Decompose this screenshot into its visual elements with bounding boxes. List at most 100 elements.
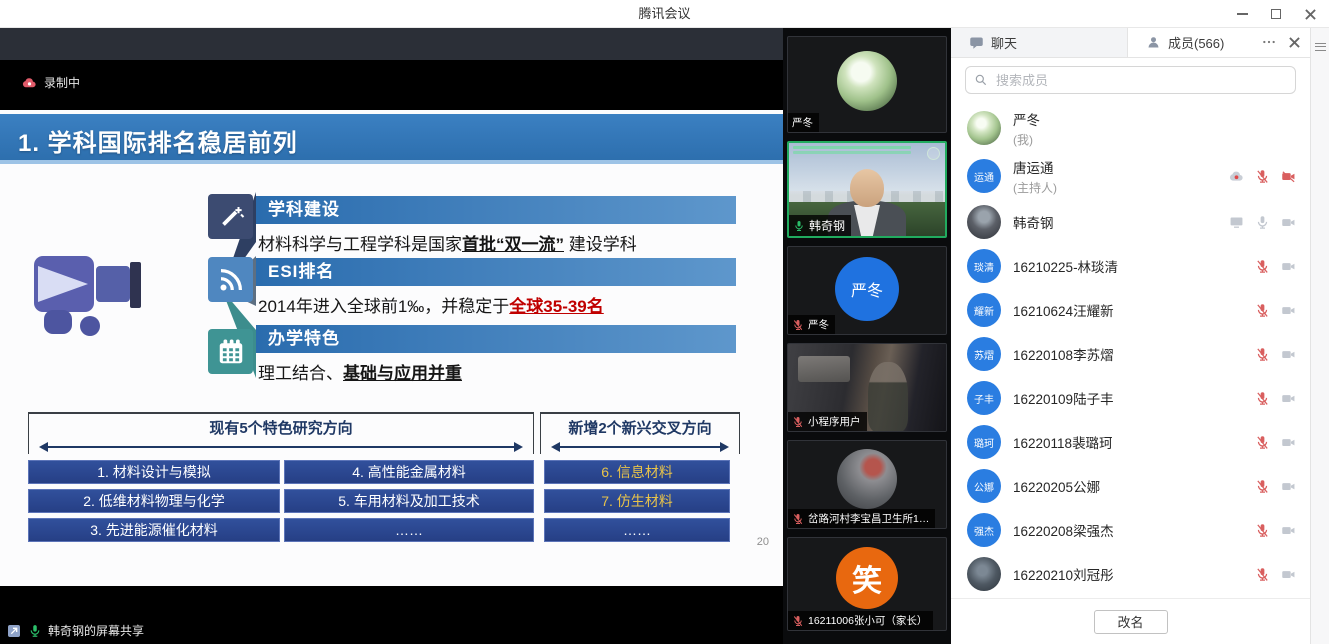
avatar: 琰清 (967, 249, 1001, 283)
avatar: 严冬 (835, 257, 899, 321)
mic-on-icon (793, 220, 805, 232)
window-title: 腾讯会议 (0, 0, 1329, 28)
avatar (967, 557, 1001, 591)
avatar: 笑 (836, 547, 898, 609)
member-row[interactable]: 运通 唐运通 (主持人) (951, 152, 1310, 200)
table-cell: 6. 信息材料 (544, 460, 730, 484)
mic-muted-icon (792, 615, 804, 627)
rename-button[interactable]: 改名 (1094, 610, 1168, 634)
table-cell: 1. 材料设计与模拟 (28, 460, 280, 484)
member-row[interactable]: 16220210刘冠彤 (951, 552, 1310, 596)
member-name: 严冬 (1013, 109, 1296, 129)
camera-off-icon (1281, 347, 1296, 362)
body-em: 首批“双一流” (462, 235, 564, 254)
video-thumbnail-active-speaker[interactable]: 韩奇钢 (787, 141, 947, 238)
share-top-strip (0, 28, 783, 60)
camera-off-icon (1281, 567, 1296, 582)
video-thumbnail[interactable]: 严冬 (787, 36, 947, 133)
mic-muted-icon (1255, 435, 1270, 450)
video-overlay-text (793, 146, 911, 149)
video-thumbnail-column: 严冬 韩奇钢 严冬 严冬 (783, 28, 951, 644)
mic-muted-icon (1255, 303, 1270, 318)
camera-off-icon (1281, 435, 1296, 450)
member-row[interactable]: 子丰 16220109陆子丰 (951, 376, 1310, 420)
double-arrow (41, 446, 521, 448)
body-text: 2014年进入全球前1‰，并稳定于 (258, 297, 509, 316)
video-thumbnail[interactable]: 笑 16211006张小可（家长） (787, 537, 947, 631)
section-header-1: 学科建设 (256, 196, 736, 224)
camera-off-icon (1281, 169, 1296, 184)
avatar: 运通 (967, 159, 1001, 193)
panel-tabs: 聊天 成员(566) (951, 28, 1310, 58)
member-row[interactable]: 璐珂 16220118裴璐珂 (951, 420, 1310, 464)
more-options-icon[interactable] (1261, 34, 1277, 53)
calendar-icon (208, 329, 253, 374)
table-row: 2. 低维材料物理与化学 5. 车用材料及加工技术 7. 仿生材料 (28, 489, 740, 513)
minimize-button[interactable] (1229, 3, 1255, 25)
member-row[interactable]: 苏熠 16220108李苏熠 (951, 332, 1310, 376)
slide-page-number: 20 (757, 536, 769, 548)
member-role: (我) (1013, 131, 1296, 148)
member-name: 16210624汪耀新 (1013, 300, 1255, 320)
participant-name: 韩奇钢 (809, 217, 845, 234)
member-name: 16220208梁强杰 (1013, 520, 1255, 540)
participant-name: 16211006张小可（家长） (808, 613, 927, 628)
camera-off-icon (1281, 479, 1296, 494)
maximize-button[interactable] (1263, 3, 1289, 25)
member-row[interactable]: 严冬 (我) (951, 104, 1310, 152)
table-group-new: 新增2个新兴交叉方向 (540, 412, 740, 454)
participant-name: 小程序用户 (808, 414, 861, 429)
avatar: 子丰 (967, 381, 1001, 415)
share-status-bar: 韩奇钢的屏幕共享 (6, 622, 144, 639)
camera-off-icon (1281, 259, 1296, 274)
section-header-3: 办学特色 (256, 325, 736, 353)
sidebar-collapse-strip (1310, 28, 1329, 644)
member-row[interactable]: 耀新 16210624汪耀新 (951, 288, 1310, 332)
member-search-box[interactable] (965, 66, 1296, 94)
avatar: 强杰 (967, 513, 1001, 547)
member-row[interactable]: 强杰 16220208梁强杰 (951, 508, 1310, 552)
table-cell: …… (284, 518, 534, 542)
screen-share-icon (1229, 215, 1244, 230)
camera-off-icon (1281, 523, 1296, 538)
camera-off-icon (1281, 391, 1296, 406)
member-role: (主持人) (1013, 179, 1229, 196)
table-group-existing: 现有5个特色研究方向 (28, 412, 534, 454)
video-thumbnail[interactable]: 岔路河村李宝昌卫生所1… (787, 440, 947, 529)
member-row[interactable]: 韩奇钢 (951, 200, 1310, 244)
search-input[interactable] (994, 72, 1287, 89)
close-button[interactable] (1297, 3, 1323, 25)
member-row[interactable]: 公娜 16220205公娜 (951, 464, 1310, 508)
mic-muted-icon (1255, 391, 1270, 406)
mic-muted-icon (792, 513, 804, 525)
mic-on-icon (1255, 215, 1270, 230)
table-cell: 2. 低维材料物理与化学 (28, 489, 280, 513)
screen-share-icon (6, 623, 22, 639)
member-name: 唐运通 (1013, 157, 1229, 177)
participant-name: 严冬 (808, 317, 829, 332)
video-thumbnail[interactable]: 严冬 严冬 (787, 246, 947, 335)
screen-share-view: 录制中 1. 学科国际排名稳居前列 (0, 28, 783, 644)
presentation-slide: 1. 学科国际排名稳居前列 学科建设 (0, 110, 783, 586)
tab-label: 成员(566) (1168, 33, 1224, 52)
avatar (967, 205, 1001, 239)
section-body-1: 材料科学与工程学科是国家首批“双一流” 建设学科 (258, 230, 768, 255)
participant-name: 岔路河村李宝昌卫生所1… (808, 511, 929, 526)
mic-muted-icon (792, 319, 804, 331)
tab-members[interactable]: 成员(566) (1128, 28, 1310, 57)
person-icon (1146, 35, 1161, 50)
table-cell: …… (544, 518, 730, 542)
panel-footer: 改名 (951, 598, 1310, 644)
avatar: 璐珂 (967, 425, 1001, 459)
avatar (837, 449, 897, 509)
hamburger-icon[interactable] (1315, 40, 1326, 53)
tab-chat[interactable]: 聊天 (951, 28, 1128, 57)
cloud-record-icon (1229, 169, 1244, 184)
group-header-label: 新增2个新兴交叉方向 (541, 417, 739, 438)
member-row[interactable]: 琰清 16210225-林琰清 (951, 244, 1310, 288)
close-panel-icon[interactable] (1289, 36, 1300, 51)
table-row: 3. 先进能源催化材料 …… …… (28, 518, 740, 542)
member-name: 16220109陆子丰 (1013, 388, 1255, 408)
video-thumbnail[interactable]: 小程序用户 (787, 343, 947, 432)
window-titlebar: 腾讯会议 (0, 0, 1329, 28)
